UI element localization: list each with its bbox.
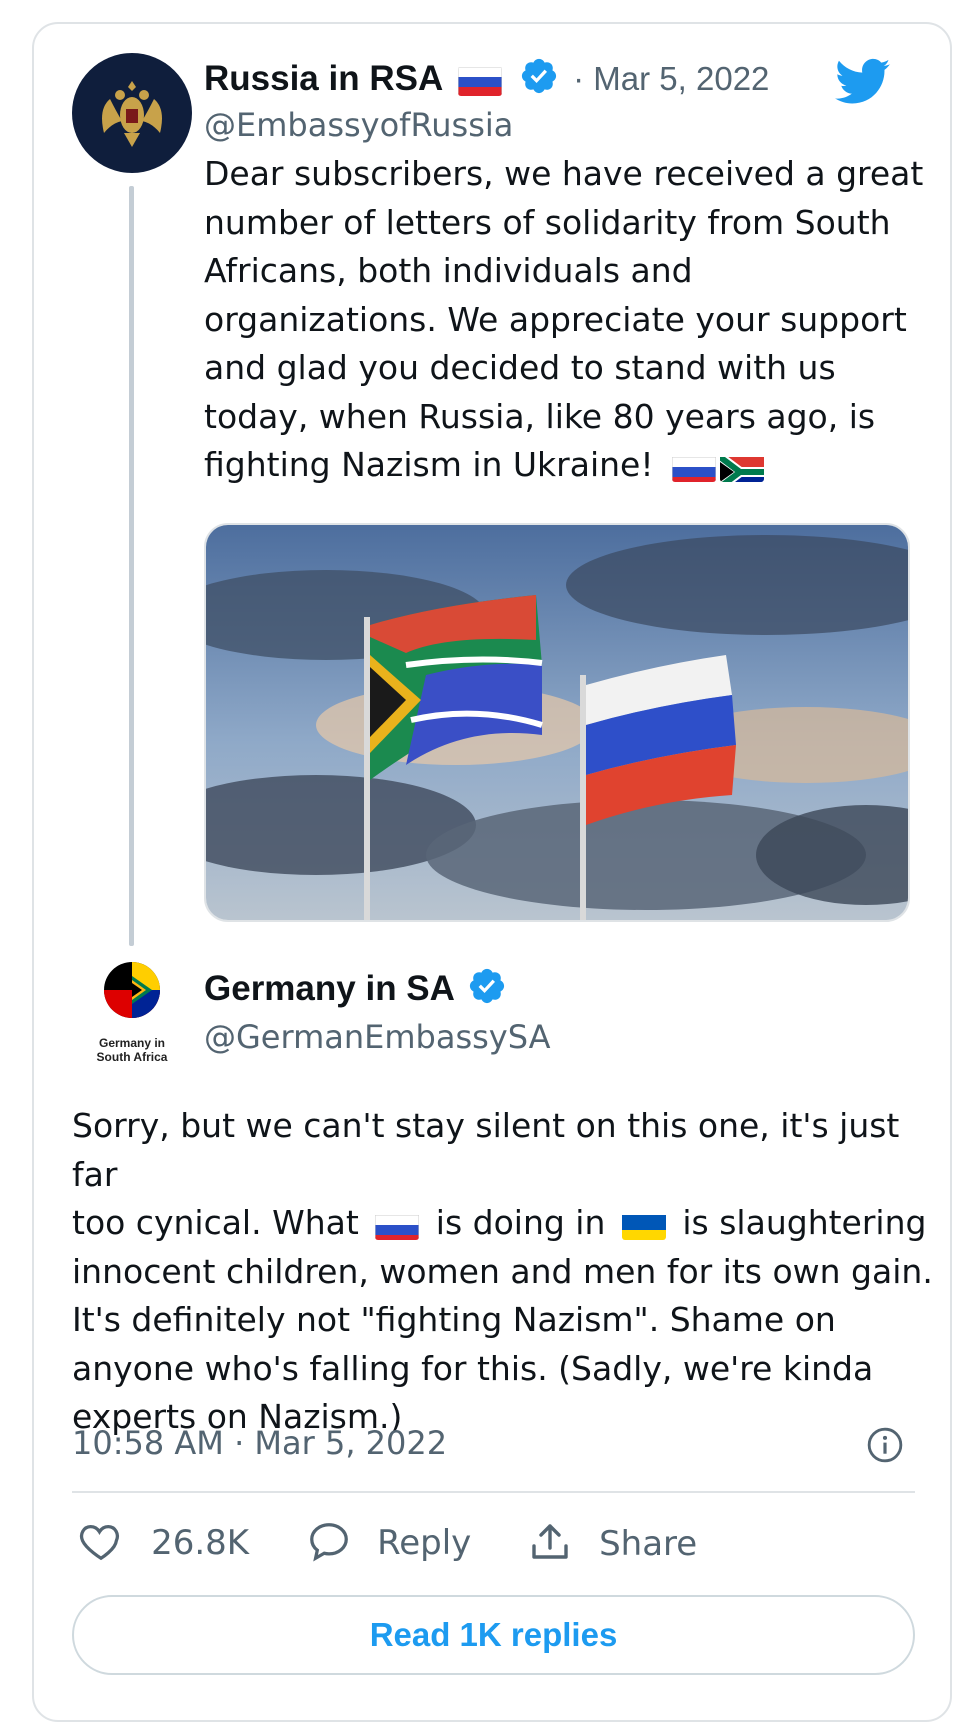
tweet-text-segment: is slaughtering (682, 1203, 927, 1242)
twitter-bird-icon[interactable] (835, 57, 891, 111)
reply-button[interactable]: Reply (306, 1518, 471, 1568)
share-button[interactable]: Share (526, 1518, 697, 1570)
reply-tweet-text: Sorry, but we can't stay silent on this … (72, 1102, 942, 1442)
heart-icon (78, 1518, 124, 1568)
tweet-image[interactable] (204, 523, 910, 922)
tweet-text: Dear subscribers, we have received a gre… (204, 150, 924, 490)
display-name[interactable]: Russia in RSA (204, 59, 442, 98)
divider (72, 1491, 915, 1493)
tweet-date[interactable]: · Mar 5, 2022 (573, 60, 769, 97)
tweet-handle[interactable]: @EmbassyofRussia (204, 106, 513, 144)
share-icon (526, 1518, 574, 1570)
tweet-text-line: and glad you decided to stand with us (204, 348, 836, 387)
ukraine-flag-icon (621, 1210, 666, 1240)
russia-flag-icon (457, 66, 502, 96)
avatar-caption-line: Germany in (98, 1036, 166, 1050)
read-replies-button[interactable]: Read 1K replies (72, 1595, 915, 1675)
like-count: 26.8K (151, 1523, 250, 1563)
reply-bubble-icon (306, 1518, 352, 1568)
south-africa-flag-icon (720, 452, 765, 482)
tweet-header: Russia in RSA · Mar 5, 2022 (204, 56, 769, 105)
tweet-text-line: fighting Nazism in Ukraine! (204, 445, 654, 484)
tweet-text-line: innocent children, women and men for its… (72, 1251, 933, 1291)
avatar-caption-line: South Africa (96, 1050, 168, 1064)
verified-badge-icon (519, 56, 559, 105)
russia-flag-icon (672, 452, 717, 482)
germany-embassy-avatar[interactable]: Germany in South Africa (72, 952, 192, 1072)
tweet-text-segment: too cynical. What (72, 1203, 359, 1242)
avatar-caption: Germany in South Africa (72, 1036, 192, 1064)
display-name[interactable]: Germany in SA (204, 969, 454, 1008)
tweet-text-line: number of letters of solidarity from Sou… (204, 202, 891, 242)
tweet-text-line: today, when Russia, like 80 years ago, i… (204, 396, 876, 436)
reply-tweet-header: Germany in SA (204, 966, 507, 1015)
verified-badge-icon (467, 966, 507, 1015)
russia-flag-icon (375, 1210, 420, 1240)
tweet-text-line: organizations. We appreciate your suppor… (204, 299, 907, 339)
tweet-text-segment: is doing in (435, 1203, 606, 1242)
tweet-text-line: Dear subscribers, we have received a gre… (204, 154, 924, 193)
tweet-text-last-line: fighting Nazism in Ukraine! (204, 441, 924, 490)
tweet-text-line: anyone who's falling for this. (Sadly, w… (72, 1348, 874, 1388)
tweet-text-line: Africans, both individuals and (204, 251, 693, 290)
tweet-text-line-with-flags: too cynical. What is doing in is slaught… (72, 1199, 942, 1248)
russia-embassy-avatar[interactable] (72, 53, 192, 173)
tweet-text-line: Sorry, but we can't stay silent on this … (72, 1106, 900, 1194)
info-icon[interactable] (866, 1426, 904, 1468)
tweet-timestamp[interactable]: 10:58 AM · Mar 5, 2022 (72, 1424, 447, 1462)
tweet-text-line: It's definitely not "fighting Nazism". S… (72, 1300, 836, 1339)
like-button[interactable]: 26.8K (78, 1518, 249, 1568)
reply-label: Reply (377, 1523, 472, 1563)
reply-tweet-handle[interactable]: @GermanEmbassySA (204, 1018, 551, 1056)
thread-connector-line (129, 186, 134, 946)
share-label: Share (599, 1524, 698, 1564)
